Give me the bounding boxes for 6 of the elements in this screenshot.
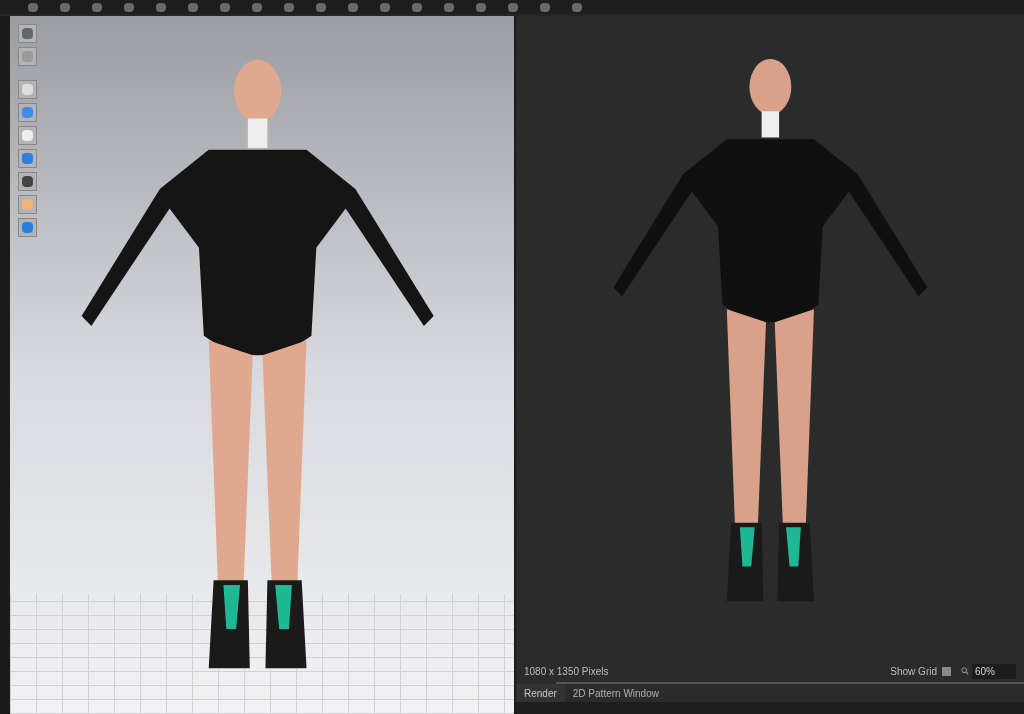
tab[interactable]: 2D Pattern Window [564, 684, 667, 702]
resolution-label: 1080 x 1350 Pixels [524, 664, 609, 679]
show-grid-checkbox[interactable]: Show Grid [890, 663, 951, 679]
zoom-field[interactable]: 60% [972, 663, 1016, 679]
search-icon [961, 667, 969, 675]
tab[interactable]: Render [516, 684, 565, 702]
